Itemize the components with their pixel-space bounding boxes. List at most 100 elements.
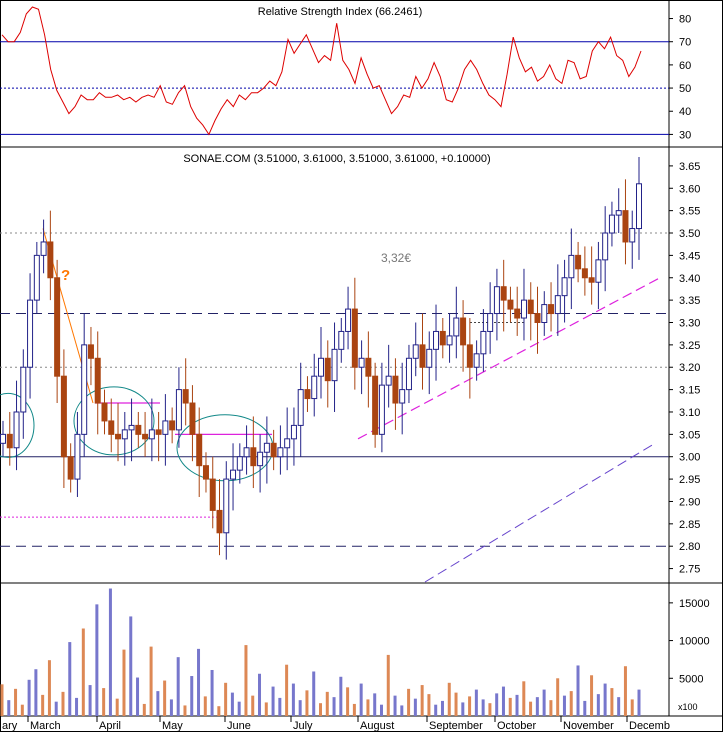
- volume-bar: [474, 689, 478, 716]
- chart-canvas: 30 40 50 60 70 80 Relative Strength Index (66…: [0, 0, 723, 732]
- volume-bar: [271, 686, 275, 716]
- price-candle: [81, 344, 88, 435]
- price-candle: [433, 330, 440, 350]
- price-candle: [520, 299, 527, 319]
- price-tick-label: 3.35: [679, 295, 700, 307]
- price-tick-label: 3.20: [679, 362, 700, 374]
- volume-bar: [325, 691, 329, 716]
- price-candle: [182, 389, 189, 404]
- price-candle: [121, 429, 128, 440]
- price-candle: [0, 433, 6, 444]
- rsi-tick-label: 50: [679, 83, 691, 95]
- volume-bar: [47, 660, 51, 716]
- volume-bar: [529, 701, 533, 716]
- volume-bar: [81, 628, 85, 716]
- volume-bar: [556, 678, 560, 716]
- price-candle: [54, 277, 61, 377]
- volume-bar: [278, 697, 282, 716]
- price-tick-label: 2.95: [679, 474, 700, 486]
- price-title: SONAE.COM (3.51000, 3.61000, 3.51000, 3.…: [183, 153, 490, 165]
- price-candle: [358, 357, 365, 368]
- price-tick-labels: 2.75 2.80 2.85 2.90 2.95 3.00 3.05 3.10 3.15 3.20…: [669, 161, 700, 576]
- price-tick-label: 3.15: [679, 385, 700, 397]
- price-tick-label: 3.30: [679, 317, 700, 329]
- volume-bar: [569, 691, 573, 716]
- volume-bar: [7, 700, 11, 716]
- volume-bar: [319, 703, 322, 716]
- volume-bar: [285, 664, 289, 716]
- price-candle: [615, 210, 622, 216]
- x-axis-month-label: April: [99, 720, 121, 732]
- price-candle: [446, 335, 453, 346]
- channel-trend-line: [424, 442, 656, 583]
- x-axis-month-label: Decemb: [629, 720, 670, 732]
- price-candle: [175, 389, 182, 431]
- volume-bar: [623, 666, 627, 716]
- price-tick-label: 2.85: [679, 519, 700, 531]
- volume-unit-label: x100: [678, 702, 698, 712]
- price-candle: [351, 308, 358, 368]
- price-tick-label: 3.00: [679, 452, 700, 464]
- volume-bar: [54, 701, 58, 716]
- volume-bar: [393, 695, 397, 716]
- rsi-tick-label: 80: [679, 14, 691, 26]
- price-candle: [608, 214, 615, 234]
- volume-bar: [434, 704, 438, 716]
- x-axis-month-labels: ary March April May June July August September O…: [0, 716, 670, 732]
- price-candle: [541, 304, 548, 323]
- volume-bar: [156, 691, 160, 716]
- price-candle: [169, 420, 176, 431]
- price-candle: [290, 424, 297, 440]
- volume-bar: [366, 699, 370, 716]
- volume-bar: [352, 703, 356, 716]
- volume-bar: [488, 703, 492, 716]
- volume-bar: [508, 697, 512, 716]
- volume-bar: [440, 700, 444, 716]
- volume-panel: 5000 10000 15000 x100: [0, 588, 710, 716]
- price-candles: [0, 156, 642, 560]
- price-trend-overlays: [0, 228, 661, 583]
- price-tick-label: 3.10: [679, 407, 700, 419]
- rsi-tick-label: 30: [679, 129, 691, 141]
- price-candle: [263, 442, 270, 453]
- volume-bar: [501, 686, 505, 716]
- price-candle: [460, 317, 467, 346]
- price-candle: [162, 420, 169, 435]
- volume-bar: [149, 646, 153, 716]
- volume-bar: [291, 683, 295, 716]
- price-candle: [405, 357, 412, 391]
- volume-bar: [610, 688, 614, 716]
- price-candle: [527, 299, 534, 315]
- volume-bar: [386, 654, 390, 716]
- volume-bar: [210, 669, 214, 716]
- price-candle: [473, 353, 480, 368]
- volume-bar: [102, 688, 106, 716]
- volume-bar: [312, 671, 316, 716]
- price-tick-label: 3.65: [679, 161, 700, 173]
- price-candle: [636, 183, 642, 230]
- volume-bar: [163, 680, 167, 716]
- price-candle: [87, 344, 94, 359]
- price-candle: [311, 375, 318, 400]
- price-candle: [223, 478, 230, 534]
- price-candle: [148, 429, 155, 440]
- price-tick-label: 2.75: [679, 564, 700, 576]
- price-candle: [243, 447, 250, 458]
- volume-tick-label: 5000: [679, 673, 703, 685]
- volume-bar: [542, 689, 546, 716]
- volume-bar: [346, 687, 350, 716]
- price-candle: [622, 210, 629, 243]
- volume-bar: [576, 665, 580, 716]
- x-axis-month-label: May: [162, 720, 183, 732]
- price-candle: [588, 277, 595, 283]
- volume-bar: [373, 693, 377, 716]
- volume-bar: [630, 699, 634, 716]
- volume-bar: [454, 692, 458, 716]
- rsi-series: [1, 6, 642, 136]
- volume-bar: [461, 702, 465, 716]
- rsi-title: Relative Strength Index (66.2461): [258, 6, 423, 18]
- volume-bar: [379, 704, 383, 716]
- price-candle: [324, 357, 331, 382]
- price-candle: [13, 411, 20, 449]
- price-candle: [135, 424, 142, 435]
